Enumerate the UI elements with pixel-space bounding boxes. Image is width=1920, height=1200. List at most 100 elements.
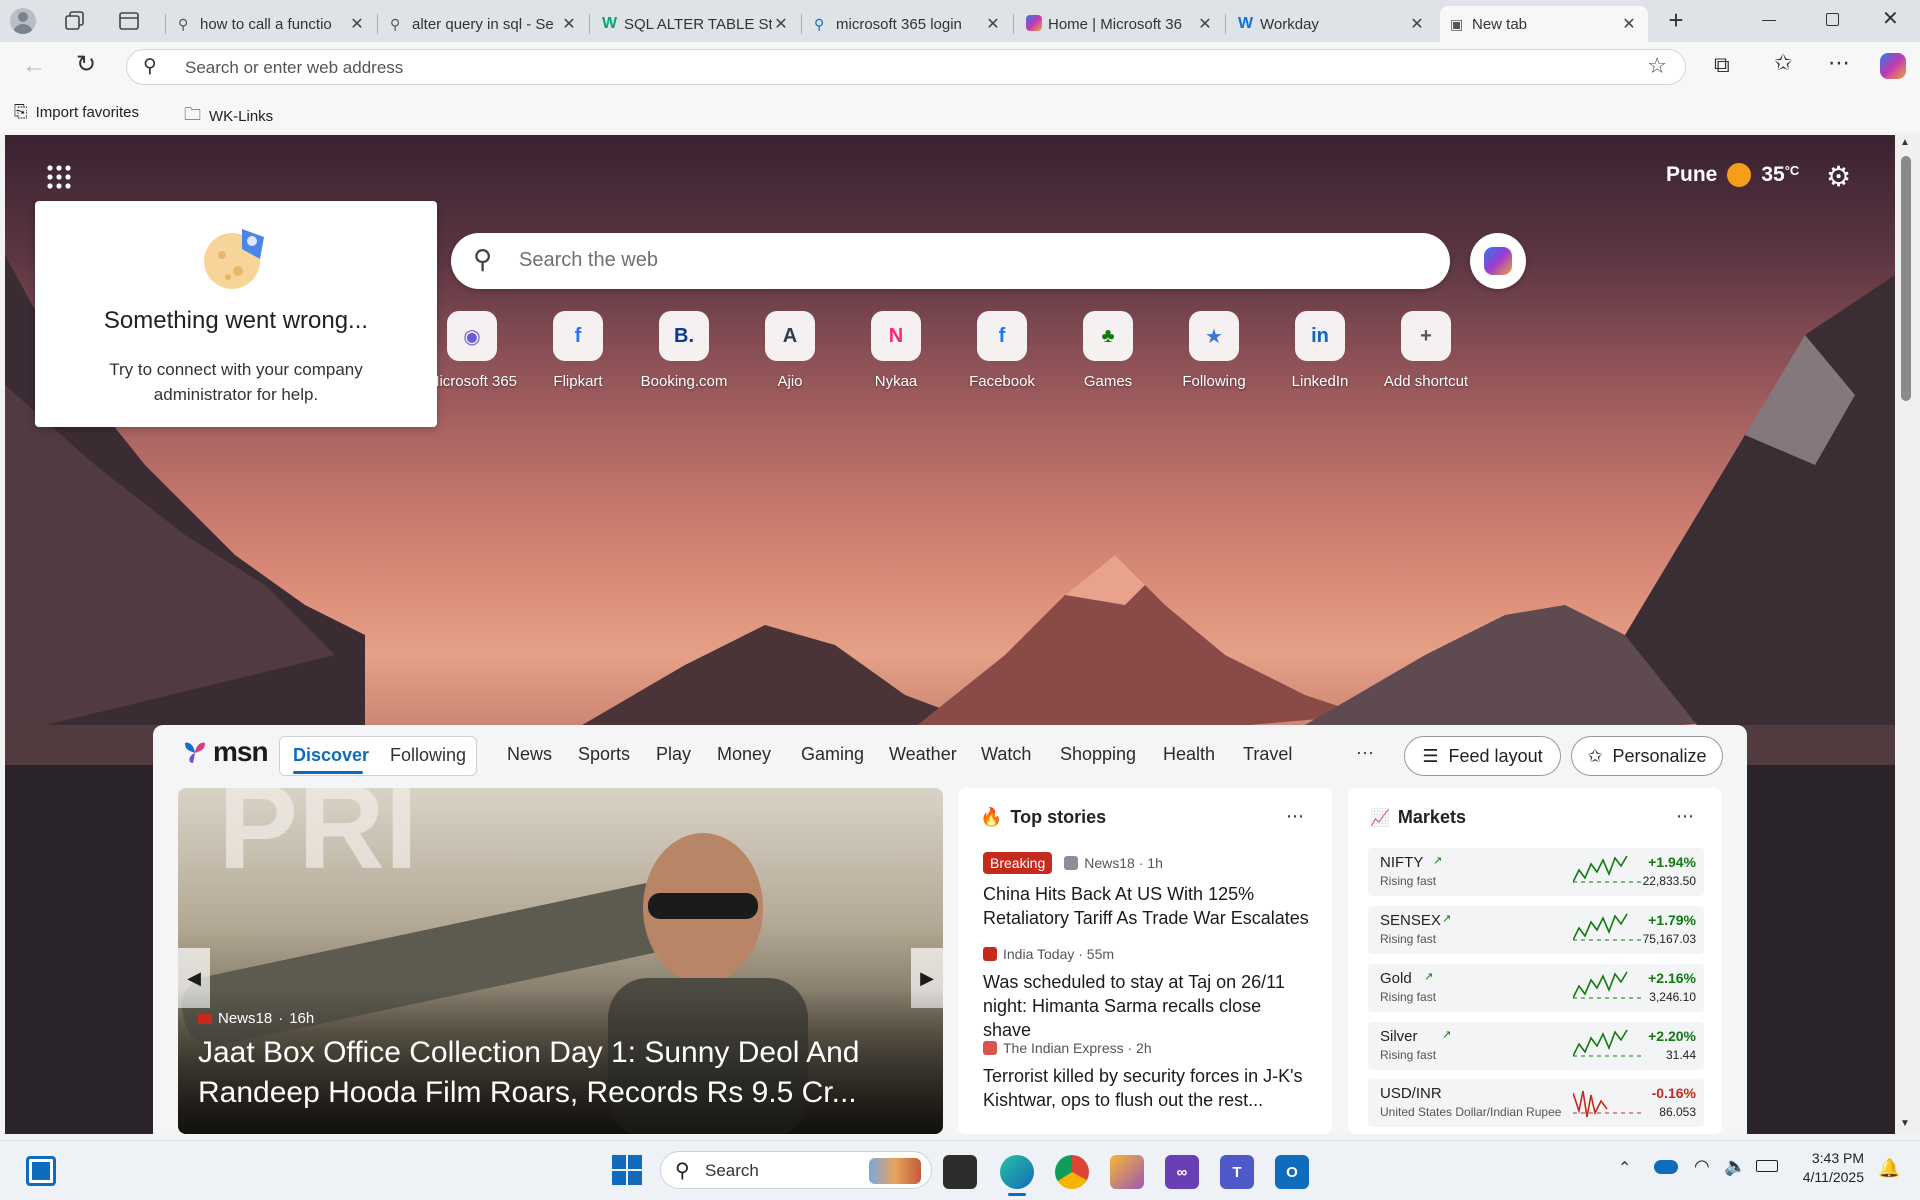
start-windows-icon[interactable] [612, 1155, 642, 1185]
profile-avatar[interactable] [10, 8, 36, 34]
close-tab-icon[interactable]: ✕ [1196, 14, 1214, 34]
wifi-icon[interactable]: ◠ [1694, 1156, 1710, 1177]
shortcut-flipkart[interactable]: f Flipkart [526, 311, 630, 390]
story-item[interactable]: Breaking News18 · 1h China Hits Back At US… [983, 852, 1313, 930]
restore-icon[interactable] [1826, 13, 1839, 26]
close-tab-icon[interactable]: ✕ [1620, 14, 1638, 34]
widgets-icon[interactable] [26, 1156, 56, 1186]
personalize-button[interactable]: ✩ Personalize [1571, 736, 1723, 776]
more-menu-icon[interactable]: ⋯ [1828, 50, 1850, 76]
market-row[interactable]: Gold Rising fast +2.16% 3,246.10 ↗ [1368, 964, 1704, 1012]
tab-3[interactable]: ⚲ microsoft 365 login ✕ [804, 6, 1012, 42]
extensions-icon[interactable]: ⧉ [1714, 52, 1730, 78]
top-stories-more-icon[interactable]: ⋯ [1286, 806, 1304, 827]
minimize-icon[interactable] [1762, 20, 1776, 21]
shortcut-nykaa[interactable]: N Nykaa [844, 311, 948, 390]
copilot-button[interactable] [1470, 233, 1526, 289]
markets-more-icon[interactable]: ⋯ [1676, 806, 1694, 827]
taskbar-search-box[interactable]: ⚲ Search [660, 1151, 932, 1189]
shortcut-following[interactable]: ★ Following [1162, 311, 1266, 390]
chevron-up-icon[interactable]: ⌃ [1618, 1158, 1631, 1178]
teams-icon[interactable]: T [1220, 1155, 1254, 1189]
wk-links-folder[interactable]: 🗀 WK-Links [184, 102, 273, 131]
close-tab-icon[interactable]: ✕ [560, 14, 578, 34]
workspaces-icon[interactable] [64, 10, 86, 32]
shortcut-facebook[interactable]: f Facebook [950, 311, 1054, 390]
visual-studio-icon[interactable]: ∞ [1165, 1155, 1199, 1189]
more-nav-icon[interactable]: ··· [1356, 742, 1374, 763]
new-tab-button[interactable]: + [1660, 6, 1692, 36]
shortcut-ajio[interactable]: A Ajio [738, 311, 842, 390]
story-item[interactable]: India Today · 55m Was scheduled to stay a… [983, 946, 1313, 1042]
nav-watch[interactable]: Watch [981, 744, 1031, 765]
favorites-icon[interactable]: ✩ [1774, 50, 1792, 76]
tab-discover[interactable]: Discover [293, 745, 369, 766]
notification-bell-icon[interactable]: 🔔 [1878, 1158, 1900, 1179]
shortcut-add-shortcut[interactable]: + Add shortcut [1374, 311, 1478, 390]
weather-widget[interactable]: Pune 35°C [1666, 163, 1799, 187]
close-tab-icon[interactable]: ✕ [1408, 14, 1426, 34]
clock[interactable]: 3:43 PM 4/11/2025 [1788, 1149, 1864, 1187]
hero-story-card[interactable]: PRI ◀ ▶ News18 · 16h Jaat Box Office Colle… [178, 788, 943, 1134]
market-value: 75,167.03 [1642, 932, 1696, 946]
shortcut-linkedin[interactable]: in LinkedIn [1268, 311, 1372, 390]
scroll-down-arrow[interactable]: ▼ [1900, 1118, 1910, 1129]
scroll-up-arrow[interactable]: ▲ [1900, 137, 1910, 148]
outlook-icon[interactable]: O [1275, 1155, 1309, 1189]
settings-gear-icon[interactable]: ⚙ [1826, 160, 1851, 193]
story-item[interactable]: The Indian Express · 2h Terrorist killed … [983, 1040, 1313, 1112]
nav-health[interactable]: Health [1163, 744, 1215, 765]
paint-icon[interactable] [1110, 1155, 1144, 1189]
scrollbar-thumb[interactable] [1901, 156, 1911, 401]
copilot-icon[interactable] [1880, 53, 1906, 79]
apps-grid-icon[interactable] [46, 164, 72, 190]
nav-news[interactable]: News [507, 744, 552, 765]
close-tab-icon[interactable]: ✕ [772, 14, 790, 34]
close-tab-icon[interactable]: ✕ [984, 14, 1002, 34]
file-explorer-icon[interactable] [943, 1155, 977, 1189]
back-icon[interactable]: ← [22, 52, 46, 80]
close-tab-icon[interactable]: ✕ [348, 14, 366, 34]
story-title[interactable]: China Hits Back At US With 125% Retaliat… [983, 882, 1313, 930]
tab-6[interactable]: ▣ New tab ✕ [1440, 6, 1648, 42]
web-search-box[interactable]: ⚲ Search the web [451, 233, 1450, 289]
tab-following[interactable]: Following [390, 745, 466, 766]
tab-0[interactable]: ⚲ how to call a functio ✕ [168, 6, 376, 42]
hero-title[interactable]: Jaat Box Office Collection Day 1: Sunny … [198, 1033, 898, 1113]
top-stories-heading: Top stories [1010, 807, 1107, 827]
market-row[interactable]: SENSEX Rising fast +1.79% 75,167.03 ↗ [1368, 906, 1704, 954]
refresh-icon[interactable]: ↻ [76, 50, 96, 79]
nav-shopping[interactable]: Shopping [1060, 744, 1136, 765]
vertical-tabs-icon[interactable] [118, 10, 140, 32]
msn-logo[interactable]: msn [181, 736, 269, 768]
battery-icon[interactable] [1756, 1160, 1778, 1172]
nav-weather[interactable]: Weather [889, 744, 957, 765]
close-window-icon[interactable]: ✕ [1882, 6, 1899, 31]
onedrive-icon[interactable] [1654, 1160, 1678, 1174]
feed-layout-button[interactable]: ☰ Feed layout [1404, 736, 1561, 776]
edge-icon[interactable] [1000, 1155, 1034, 1189]
market-row[interactable]: NIFTY Rising fast +1.94% 22,833.50 ↗ [1368, 848, 1704, 896]
nav-play[interactable]: Play [656, 744, 691, 765]
error-message: Try to connect with your company adminis… [109, 360, 363, 404]
tab-5[interactable]: W Workday ✕ [1228, 6, 1436, 42]
tab-2[interactable]: W SQL ALTER TABLE Sta ✕ [592, 6, 800, 42]
story-title[interactable]: Terrorist killed by security forces in J… [983, 1064, 1313, 1112]
market-row[interactable]: USD/INR United States Dollar/Indian Rupee… [1368, 1079, 1704, 1127]
nav-travel[interactable]: Travel [1243, 744, 1292, 765]
nav-gaming[interactable]: Gaming [801, 744, 864, 765]
nav-sports[interactable]: Sports [578, 744, 630, 765]
nav-money[interactable]: Money [717, 744, 771, 765]
address-bar[interactable]: ⚲ Search or enter web address ☆ [126, 49, 1686, 85]
story-title[interactable]: Was scheduled to stay at Taj on 26/11 ni… [983, 970, 1313, 1042]
favorite-star-icon[interactable]: ☆ [1647, 53, 1667, 79]
chrome-icon[interactable] [1055, 1155, 1089, 1189]
shortcut-games[interactable]: ♣ Games [1056, 311, 1160, 390]
tab-1[interactable]: ⚲ alter query in sql - Se ✕ [380, 6, 588, 42]
import-favorites-button[interactable]: ⎘ Import favorites [14, 102, 139, 122]
trend-up-icon: ↗ [1424, 971, 1434, 983]
market-row[interactable]: Silver Rising fast +2.20% 31.44 ↗ [1368, 1022, 1704, 1070]
volume-icon[interactable]: 🔈 [1724, 1156, 1746, 1177]
tab-4[interactable]: Home | Microsoft 36 ✕ [1016, 6, 1224, 42]
shortcut-booking-com[interactable]: B. Booking.com [632, 311, 736, 390]
